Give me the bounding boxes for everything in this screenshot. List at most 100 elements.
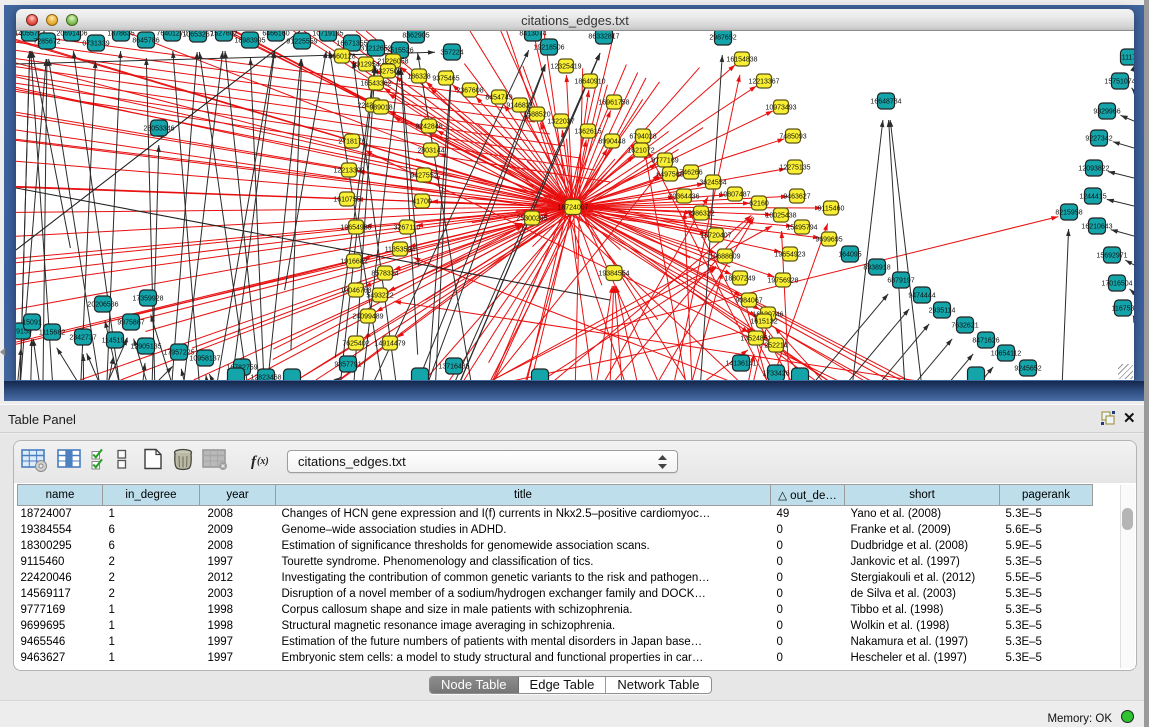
svg-text:1621072: 1621072 <box>627 147 654 154</box>
svg-text:1916682: 1916682 <box>340 258 367 265</box>
svg-text:7515526: 7515526 <box>386 47 413 54</box>
svg-text:1115682: 1115682 <box>39 329 65 336</box>
svg-text:16961758: 16961758 <box>598 99 629 106</box>
svg-text:13524851: 13524851 <box>740 335 771 342</box>
svg-text:19384554: 19384554 <box>598 270 629 277</box>
svg-text:8471626: 8471626 <box>972 337 999 344</box>
svg-text:41700: 41700 <box>412 198 432 205</box>
svg-text:16210643: 16210643 <box>1081 223 1112 230</box>
svg-text:252214: 252214 <box>764 342 787 349</box>
svg-text:7625402: 7625402 <box>342 340 369 347</box>
svg-text:10688609: 10688609 <box>709 253 740 260</box>
svg-text:9699695: 9699695 <box>815 236 842 243</box>
svg-text:62160: 62160 <box>749 200 769 207</box>
svg-text:8215958: 8215958 <box>1055 209 1082 216</box>
svg-text:18640910: 18640910 <box>574 78 605 85</box>
svg-text:17016504: 17016504 <box>1101 280 1132 287</box>
svg-text:7986322: 7986322 <box>687 210 714 217</box>
svg-text:1733426: 1733426 <box>762 370 789 377</box>
svg-text:9857791: 9857791 <box>334 361 361 368</box>
svg-text:2935114: 2935114 <box>929 307 956 314</box>
svg-text:9975867: 9975867 <box>117 319 144 326</box>
svg-text:8912954: 8912954 <box>352 61 379 68</box>
svg-text:8645786: 8645786 <box>132 37 159 44</box>
svg-text:86332817: 86332817 <box>588 33 619 40</box>
svg-text:1362615: 1362615 <box>574 128 601 135</box>
svg-text:25300295: 25300295 <box>516 215 547 222</box>
svg-text:16648784: 16648784 <box>870 98 901 105</box>
svg-text:19756928: 19756928 <box>767 277 798 284</box>
svg-text:10719185: 10719185 <box>312 31 343 37</box>
svg-text:9242848: 9242848 <box>415 123 442 130</box>
svg-text:1145194: 1145194 <box>102 337 129 344</box>
svg-text:1615132: 1615132 <box>750 318 777 325</box>
svg-text:12905135: 12905135 <box>130 343 161 350</box>
svg-text:13716485: 13716485 <box>438 363 469 370</box>
svg-text:186328: 186328 <box>407 73 430 80</box>
svg-text:8413074: 8413074 <box>519 31 546 37</box>
svg-text:18724007: 18724007 <box>557 204 588 211</box>
svg-text:1610755: 1610755 <box>333 196 360 203</box>
svg-text:9375465: 9375465 <box>432 75 459 82</box>
svg-text:12325419: 12325419 <box>550 63 581 70</box>
svg-text:(x): (x) <box>257 456 269 467</box>
svg-text:19654985: 19654985 <box>340 224 371 231</box>
svg-text:0731339: 0731339 <box>82 40 109 47</box>
svg-text:8362905: 8362905 <box>402 32 429 39</box>
svg-text:28053346: 28053346 <box>143 125 174 132</box>
svg-text:3624554: 3624554 <box>699 179 726 186</box>
svg-text:2987652: 2987652 <box>709 34 736 41</box>
svg-text:10958137: 10958137 <box>189 355 220 362</box>
svg-text:8938918: 8938918 <box>863 264 890 271</box>
svg-text:9245652: 9245652 <box>1014 365 1041 372</box>
svg-text:6879197: 6879197 <box>887 277 914 284</box>
svg-text:5493222: 5493222 <box>366 292 393 299</box>
svg-text:357224: 357224 <box>440 49 463 56</box>
svg-text:16154838: 16154838 <box>726 56 757 63</box>
svg-text:12213309: 12213309 <box>333 167 364 174</box>
svg-text:9329966: 9329966 <box>1093 108 1120 115</box>
svg-text:15495794: 15495794 <box>786 224 817 231</box>
svg-text:8454749: 8454749 <box>485 94 512 101</box>
svg-text:6497568: 6497568 <box>656 171 683 178</box>
svg-text:19218506: 19218506 <box>533 44 564 51</box>
svg-text:20691406: 20691406 <box>56 31 87 37</box>
svg-text:18983995: 18983995 <box>234 37 265 44</box>
svg-text:1117: 1117 <box>1122 54 1134 61</box>
svg-text:3267110: 3267110 <box>394 224 421 231</box>
svg-text:2342737: 2342737 <box>69 334 96 341</box>
svg-text:1322037: 1322037 <box>547 118 574 125</box>
svg-text:10653267: 10653267 <box>182 31 213 38</box>
svg-text:19654923: 19654923 <box>774 251 805 258</box>
svg-text:8990448: 8990448 <box>598 138 625 145</box>
svg-text:15720407: 15720407 <box>700 232 731 239</box>
svg-text:24099489: 24099489 <box>352 313 383 320</box>
svg-text:2718176: 2718176 <box>338 138 365 145</box>
svg-text:15091: 15091 <box>22 319 42 326</box>
svg-text:7485093: 7485093 <box>779 133 806 140</box>
svg-text:7632621: 7632621 <box>951 322 978 329</box>
svg-text:7285672: 7285672 <box>33 38 60 45</box>
svg-text:9474444: 9474444 <box>908 292 935 299</box>
svg-text:2803144: 2803144 <box>417 147 444 154</box>
svg-text:989018: 989018 <box>369 104 392 111</box>
svg-text:8660128: 8660128 <box>328 53 355 60</box>
svg-text:16543362: 16543362 <box>360 80 391 87</box>
svg-text:10654112: 10654112 <box>991 350 1022 357</box>
svg-text:10973493: 10973493 <box>765 104 796 111</box>
svg-text:9084067: 9084067 <box>735 297 762 304</box>
svg-text:6466160: 6466160 <box>262 31 289 37</box>
svg-text:164095: 164095 <box>838 251 861 258</box>
svg-text:2367608: 2367608 <box>456 87 483 94</box>
svg-text:10807487: 10807487 <box>719 191 750 198</box>
svg-text:12093822: 12093822 <box>1078 165 1109 172</box>
svg-text:14914479: 14914479 <box>374 340 405 347</box>
svg-text:12823468: 12823468 <box>250 374 281 380</box>
svg-text:1588520: 1588520 <box>523 111 550 118</box>
svg-text:12275135: 12275135 <box>779 164 810 171</box>
svg-text:18807249: 18807249 <box>724 275 755 282</box>
svg-text:10025438: 10025438 <box>765 212 796 219</box>
svg-text:9227342: 9227342 <box>1085 135 1112 142</box>
svg-text:9327509: 9327509 <box>374 68 401 75</box>
svg-text:116753: 116753 <box>1112 305 1134 312</box>
